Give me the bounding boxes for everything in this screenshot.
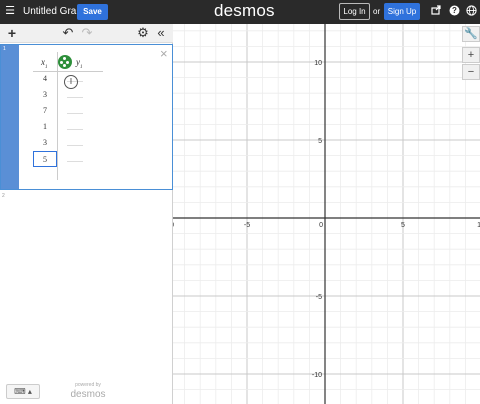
login-button[interactable]: Log In [339, 3, 370, 20]
text-cursor-icon: I [64, 75, 78, 89]
table-cell-y[interactable] [57, 87, 93, 103]
menu-icon[interactable]: ☰ [4, 5, 16, 17]
undo-icon[interactable]: ↶ [61, 26, 75, 40]
graph-settings-wrench-icon[interactable]: 🔧 [462, 26, 480, 42]
expression-index: 1 [3, 46, 6, 52]
table-cell-y[interactable] [57, 135, 93, 151]
redo-icon[interactable]: ↷ [80, 26, 94, 40]
graph-grid: -10-50510105-5-10 [173, 24, 480, 404]
keyboard-toggle-button[interactable]: ⌨ ▴ [6, 384, 40, 399]
table-cell-x[interactable]: 4 [33, 71, 57, 87]
column-header-x[interactable]: x1 [41, 57, 48, 70]
app-header: ☰ Untitled Graph Save desmos Log In or S… [0, 0, 480, 24]
y-tick-label: -5 [316, 294, 322, 301]
table-cell-x[interactable]: 3 [33, 135, 57, 151]
share-icon[interactable] [430, 5, 442, 17]
table-cell-y[interactable] [57, 103, 93, 119]
collapse-panel-icon[interactable]: « [154, 26, 168, 40]
y-tick-label: -10 [312, 372, 322, 379]
table-cell-x[interactable]: 3 [33, 87, 57, 103]
signup-button[interactable]: Sign Up [384, 3, 420, 20]
table-cell-y[interactable] [57, 119, 93, 135]
table-cell-x[interactable]: 7 [33, 103, 57, 119]
expression-panel: + ↶ ↷ ⚙ « 1 × x1 y1 4 3 7 1 3 5 I 2 ⌨ ▴ … [0, 24, 173, 404]
help-icon[interactable]: ? [448, 5, 460, 17]
x-tick-label: 5 [401, 222, 405, 229]
column-header-y[interactable]: y1 [76, 57, 83, 70]
gear-icon[interactable]: ⚙ [136, 26, 150, 40]
graph-canvas[interactable]: -10-50510105-5-10 [173, 24, 480, 404]
svg-text:?: ? [452, 6, 457, 15]
next-expression-index: 2 [2, 193, 5, 199]
x-tick-label: 0 [319, 222, 323, 229]
column-x-subscript: 1 [45, 64, 48, 70]
table-cell-x[interactable]: 1 [33, 119, 57, 135]
powered-by-logo: desmos [70, 389, 106, 400]
expression-toolbar: + ↶ ↷ ⚙ « [0, 24, 173, 43]
y-tick-label: 10 [314, 60, 322, 67]
close-icon[interactable]: × [160, 47, 168, 60]
zoom-out-button[interactable]: − [462, 64, 480, 80]
or-label: or [373, 7, 381, 16]
globe-icon[interactable] [465, 5, 477, 17]
table-cell-y[interactable] [57, 151, 93, 167]
table-settings-icon[interactable] [58, 55, 72, 69]
powered-by-label: powered by [75, 382, 101, 388]
save-button[interactable]: Save [77, 4, 108, 20]
zoom-in-button[interactable]: + [462, 47, 480, 63]
column-y-subscript: 1 [80, 64, 83, 70]
expression-gutter: 1 [1, 45, 19, 189]
y-tick-label: 5 [318, 138, 322, 145]
x-tick-label: -10 [173, 222, 174, 229]
desmos-logo: desmos [214, 1, 275, 20]
x-tick-label: -5 [244, 222, 250, 229]
table-cell-x-active[interactable]: 5 [33, 151, 57, 167]
add-icon[interactable]: + [5, 26, 19, 40]
